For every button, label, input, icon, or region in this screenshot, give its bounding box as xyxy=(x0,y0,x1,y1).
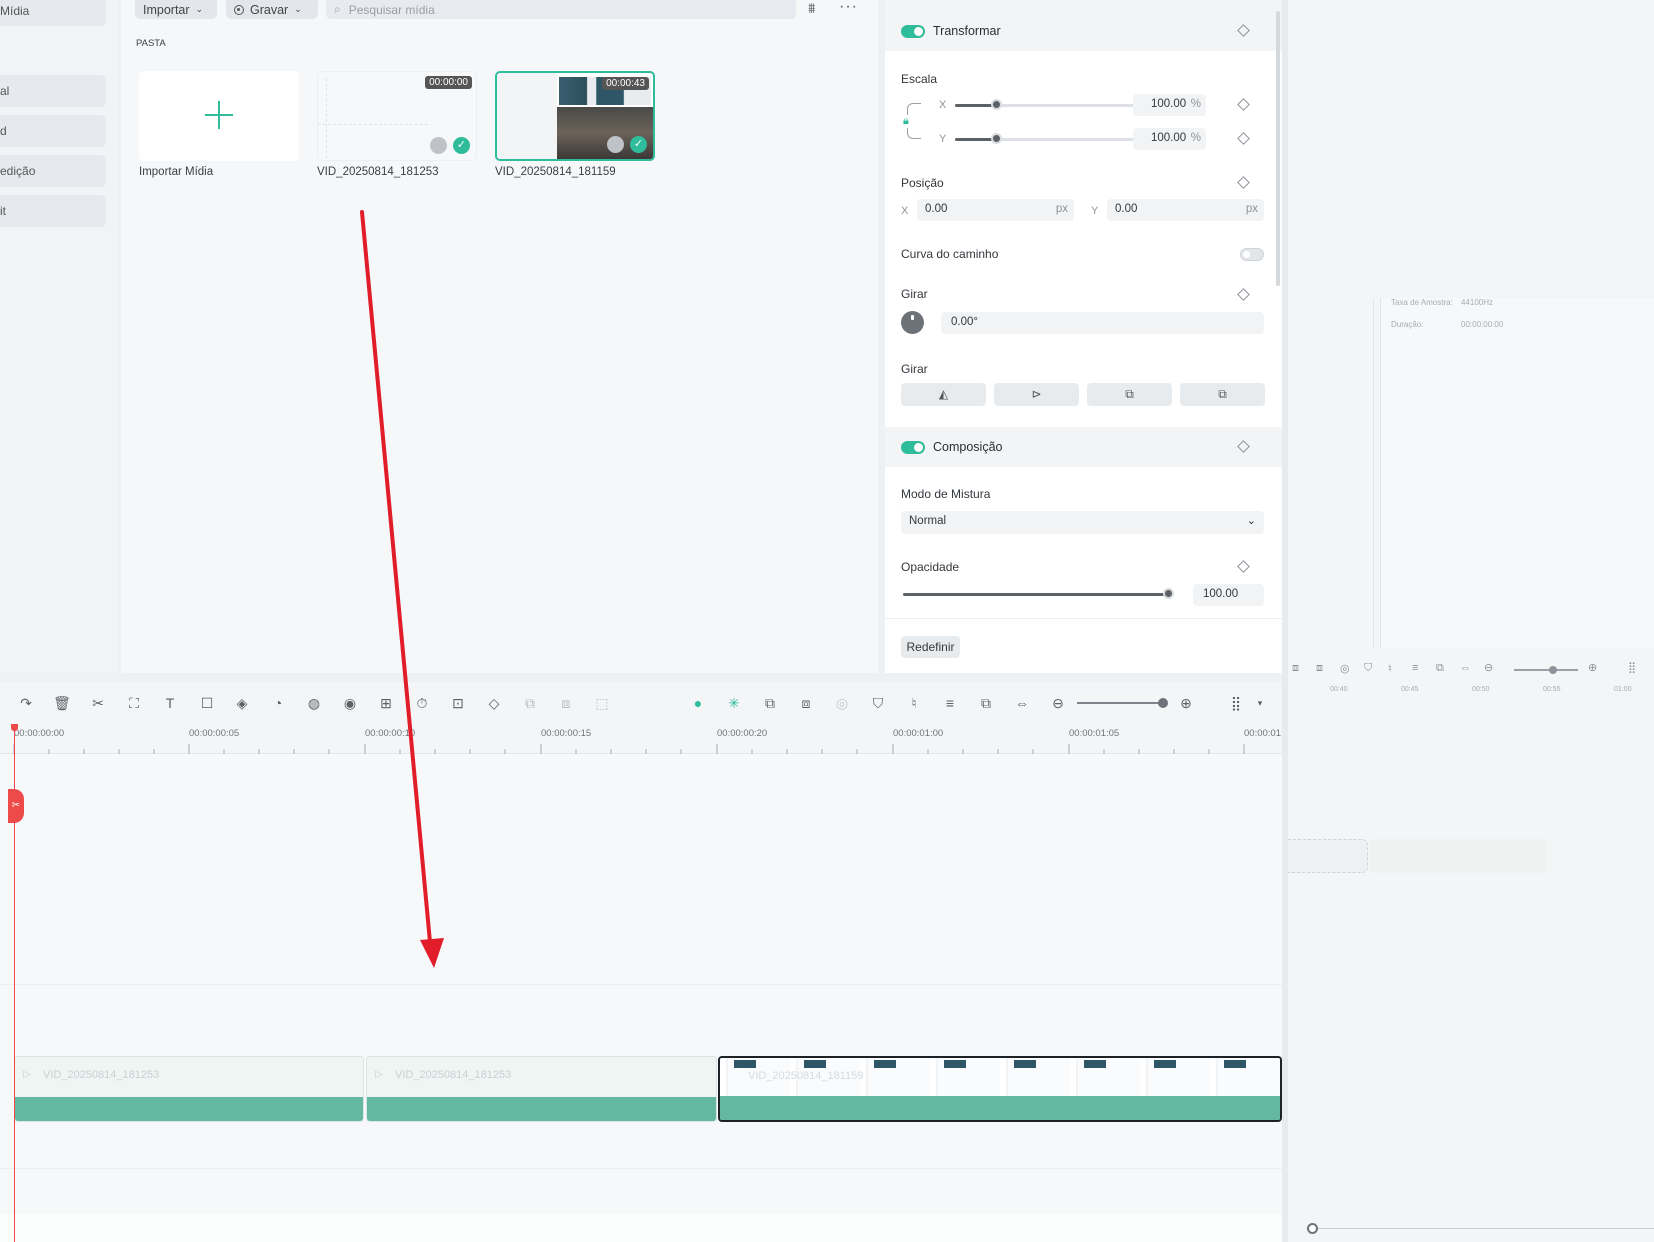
annotation-arrow xyxy=(360,210,444,968)
